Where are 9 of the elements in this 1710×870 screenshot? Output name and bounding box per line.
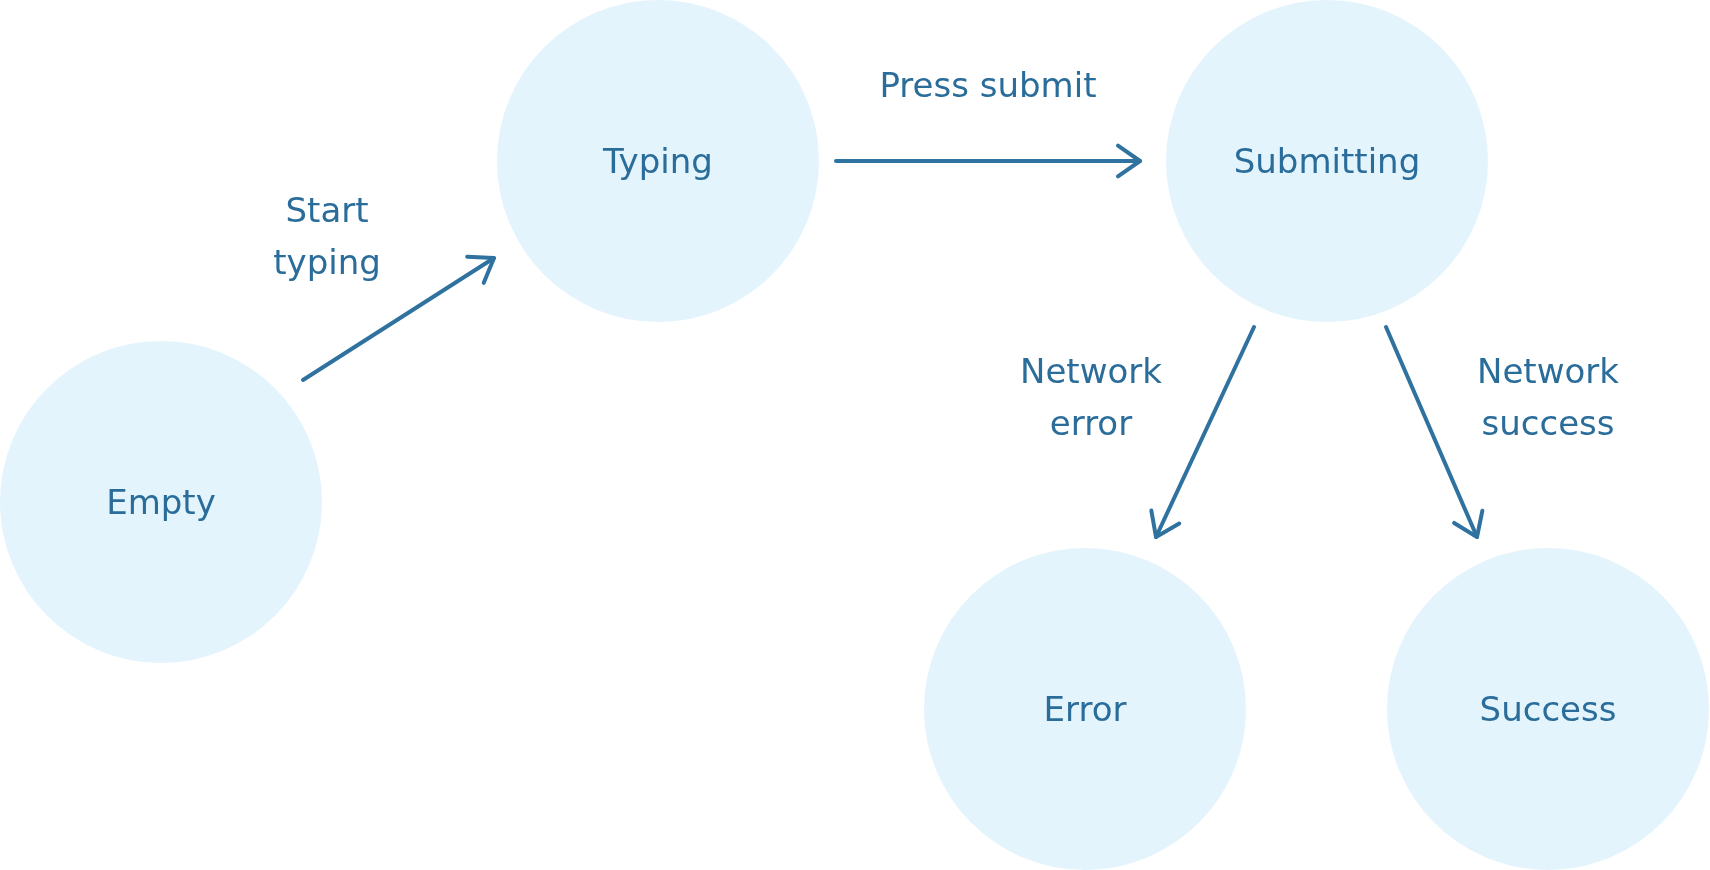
state-label: Success: [1479, 689, 1617, 729]
transition-label: Network error: [1019, 350, 1163, 445]
state-label: Submitting: [1233, 141, 1421, 181]
transition-label: Press submit: [878, 64, 1098, 107]
state-label: Empty: [106, 482, 216, 522]
transition-label: Start typing: [272, 189, 382, 284]
transition-label: Network success: [1476, 350, 1620, 445]
state-label: Error: [1043, 689, 1127, 729]
state-label: Typing: [603, 141, 713, 181]
